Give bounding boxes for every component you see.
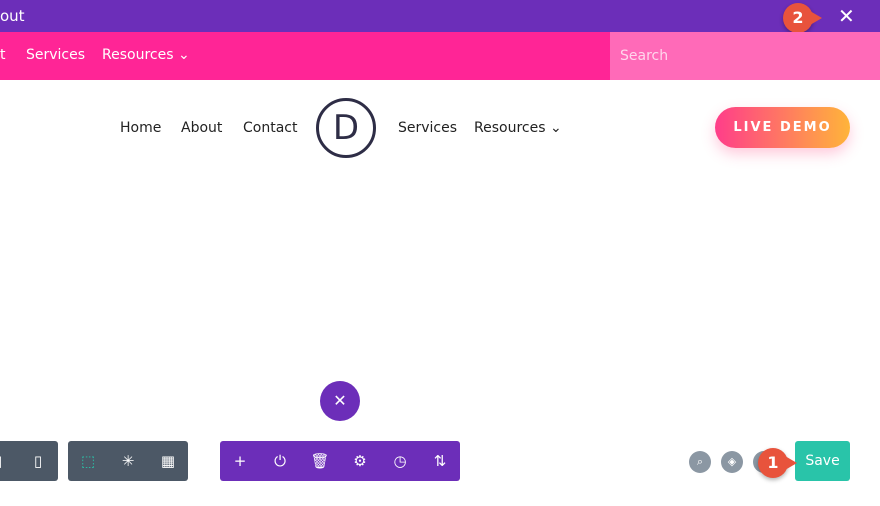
tablet-view-icon[interactable]: ▯ (0, 452, 18, 470)
layers-icon[interactable]: ◈ (721, 451, 743, 473)
history-icon[interactable]: ◷ (380, 452, 420, 470)
sort-icon[interactable]: ⇅ (420, 452, 460, 470)
menu-about[interactable]: About (181, 120, 222, 136)
view-mode-toolbar: ▯ ▯ (0, 441, 58, 481)
search-icon[interactable]: ⌕ (689, 451, 711, 473)
grid-icon[interactable]: ▦ (148, 452, 188, 470)
phone-view-icon[interactable]: ▯ (18, 452, 58, 470)
add-icon[interactable]: + (220, 452, 260, 470)
annotation-badge-2: 2 (783, 3, 822, 33)
annotation-badge-1: 1 (758, 448, 797, 478)
select-mode-icon[interactable]: ⬚ (68, 452, 108, 470)
menu-home[interactable]: Home (120, 120, 161, 136)
save-button[interactable]: Save (795, 441, 850, 481)
menu-resources[interactable]: Resources ⌄ (474, 120, 562, 136)
page-actions-toolbar: + ⏻ 🗑 ⚙ ◷ ⇅ (220, 441, 460, 481)
nav-item-resources[interactable]: Resources ⌄ (102, 47, 190, 63)
live-demo-button[interactable]: LIVE DEMO (715, 107, 850, 148)
power-icon[interactable]: ⏻ (260, 452, 300, 470)
close-fab-button[interactable]: ✕ (320, 381, 360, 421)
menu-services[interactable]: Services (398, 120, 457, 136)
nav-item-services[interactable]: Services (26, 47, 85, 63)
click-mode-icon[interactable]: ✳ (108, 452, 148, 470)
gear-icon[interactable]: ⚙ (340, 452, 380, 470)
menu-contact[interactable]: Contact (243, 120, 297, 136)
search-input[interactable] (610, 32, 880, 80)
window-title: out (0, 7, 25, 25)
top-bar: out ✕ (0, 0, 880, 32)
interaction-toolbar: ⬚ ✳ ▦ (68, 441, 188, 481)
trash-icon[interactable]: 🗑 (300, 452, 340, 470)
nav-item-partial[interactable]: t (0, 47, 6, 63)
logo[interactable]: D (316, 98, 376, 158)
close-icon[interactable]: ✕ (838, 4, 855, 28)
